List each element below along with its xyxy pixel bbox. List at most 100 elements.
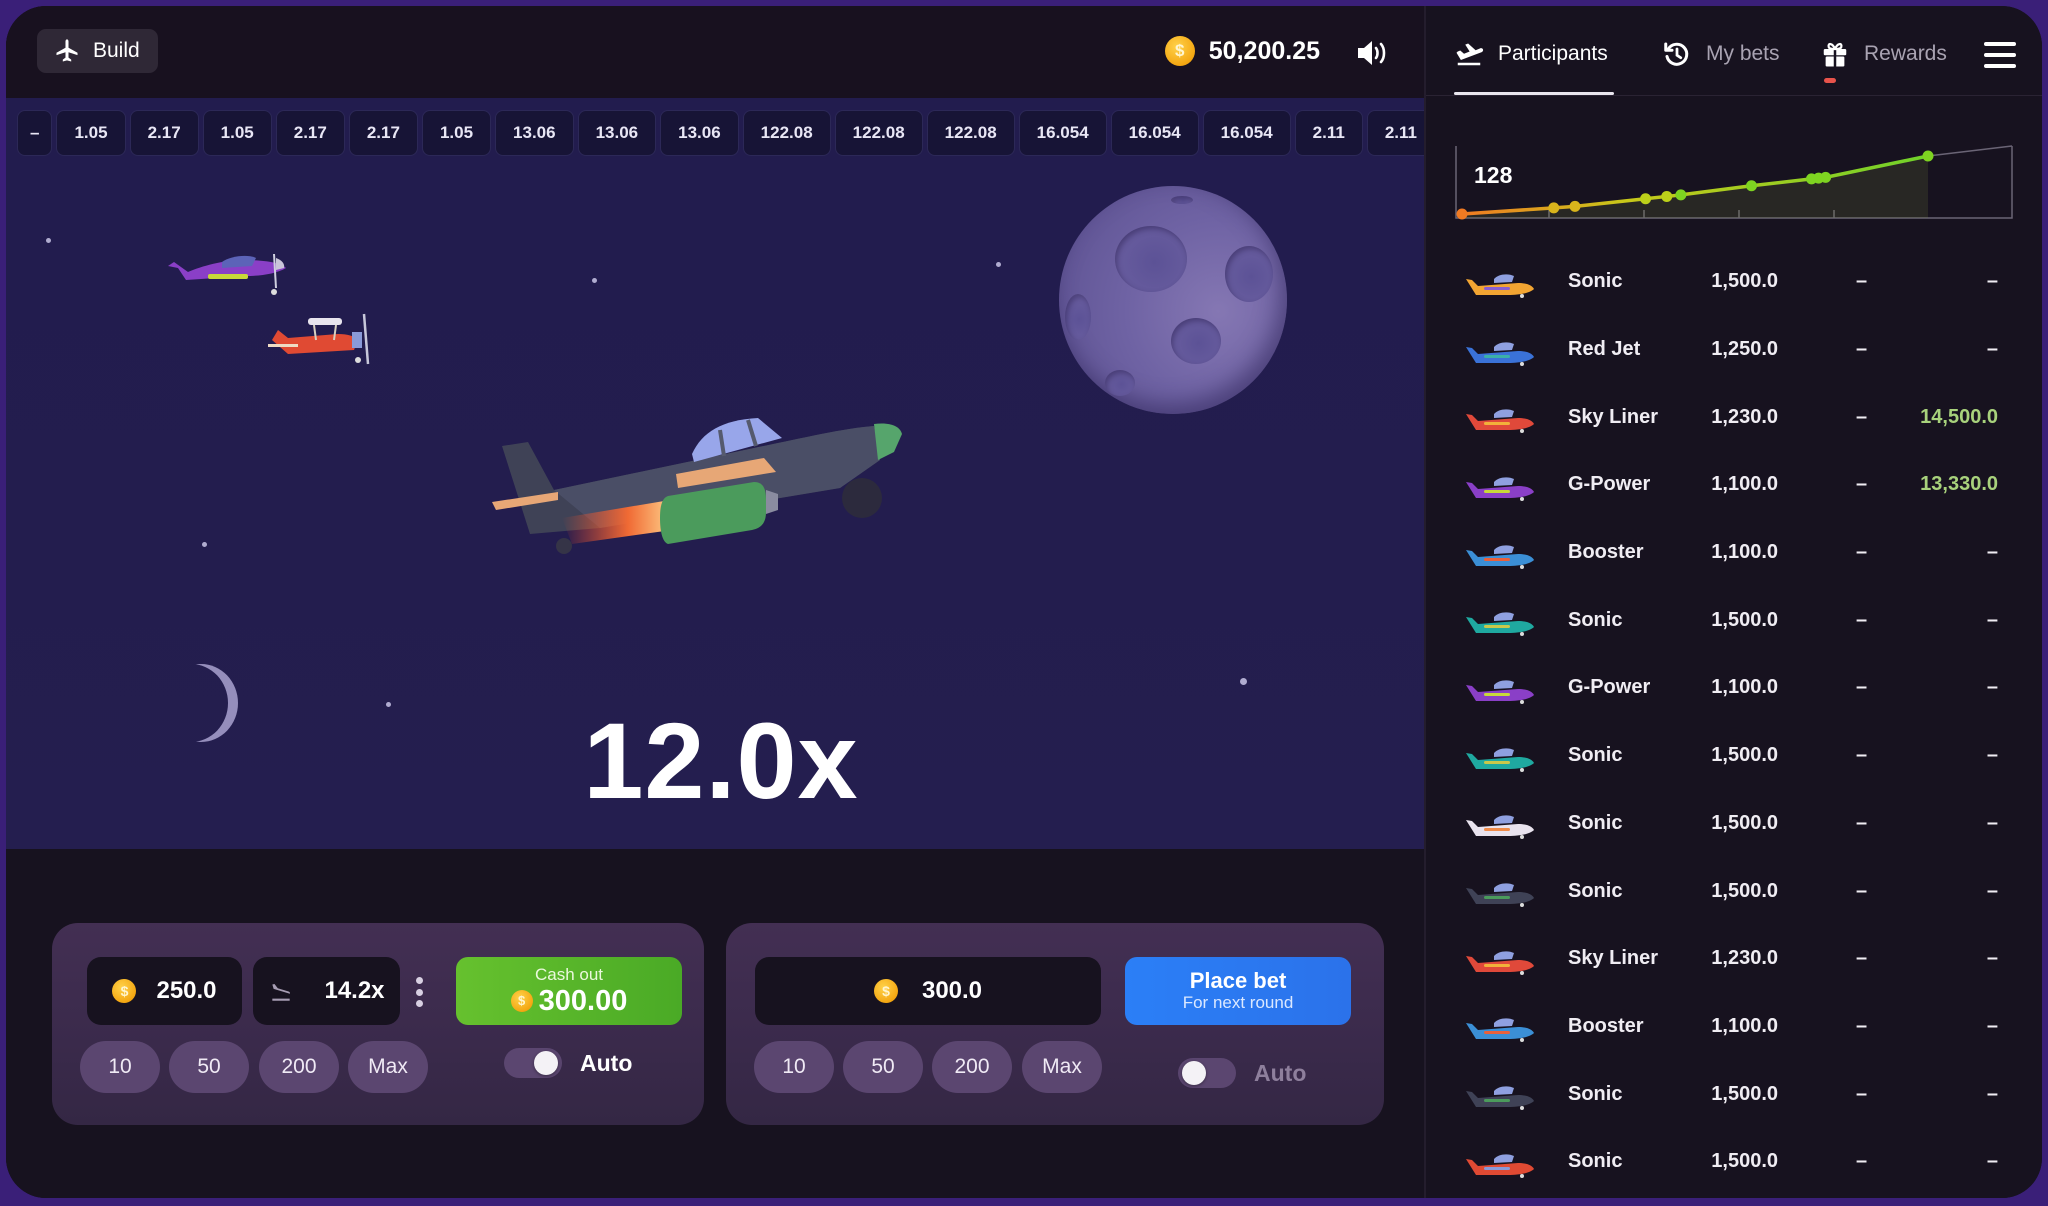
participant-win: – [1986,541,1998,564]
participant-win: – [1986,1082,1998,1105]
participants-count: 128 [1474,162,1513,188]
participant-row[interactable]: Sonic 1,500.0 – – [1426,790,2042,858]
place-bet-label: Place bet [1189,968,1287,993]
takeoff-icon [1456,43,1484,66]
multiplier-history-item[interactable]: – [17,110,53,156]
coin-icon: $ [873,979,898,1003]
multiplier-history-item[interactable]: 13.06 [495,110,574,156]
multiplier-history-item[interactable]: 2.11 [1366,110,1424,156]
participant-name: G-Power [1568,676,1651,699]
graph-point [1456,208,1468,220]
coin-icon: $ [510,990,533,1012]
plane-avatar-icon [1466,815,1534,840]
balance-amount: 50,200.25 [1208,36,1320,65]
participants-list: Sonic 1,500.0 – – Red Jet 1,250.0 – – Sky Liner 1… [1426,248,2042,1196]
hamburger-menu-icon[interactable] [1984,42,2016,68]
participant-name: Sky Liner [1568,405,1659,428]
participant-row[interactable]: Sky Liner 1,230.0 – 14,500.0 [1426,383,2042,451]
participant-row[interactable]: G-Power 1,100.0 – 13,330.0 [1426,451,2042,519]
place-bet-button[interactable]: Place bet For next round [1125,957,1351,1025]
participant-row[interactable]: Sky Liner 1,230.0 – – [1426,925,2042,993]
sidebar: Participants My bets Rewards 128 Sonic 1… [1424,6,2042,1198]
chip-max[interactable]: Max [1022,1041,1102,1093]
plane-avatar-icon [1466,341,1534,366]
participant-name: Sonic [1568,811,1623,834]
participant-row[interactable]: Sonic 1,500.0 – – [1426,586,2042,654]
participant-bet: 1,230.0 [1711,947,1778,970]
participant-multiplier: – [1856,473,1868,496]
participant-bet: 1,500.0 [1711,608,1778,631]
participant-row[interactable]: Booster 1,100.0 – – [1426,519,2042,587]
chip-max[interactable]: Max [348,1041,428,1093]
moon-crater [1171,196,1193,204]
multiplier-history-item[interactable]: 13.06 [577,110,657,156]
participant-multiplier: – [1856,541,1868,564]
chip-200[interactable]: 200 [259,1041,339,1093]
speaker-icon[interactable] [1356,38,1390,68]
multiplier-history-item[interactable]: 2.17 [129,110,199,156]
moon-crater [1065,294,1091,340]
bet-amount-field-2[interactable]: $ 300.0 [755,957,1101,1025]
tab-participants[interactable]: Participants [1454,36,1608,72]
participant-win: 13,330.0 [1920,473,1998,496]
multiplier-history-item[interactable]: 16.054 [1110,110,1199,156]
plane-avatar-icon [1466,1018,1534,1043]
multiplier-history-item[interactable]: 16.054 [1018,110,1107,156]
participant-row[interactable]: Sonic 1,500.0 – – [1426,857,2042,925]
multiplier-history-item[interactable]: 2.17 [275,110,345,156]
auto-cashout-field[interactable]: 14.2x [253,957,400,1025]
bet-amount-field-1[interactable]: $ 250.0 [87,957,242,1025]
chip-10[interactable]: 10 [754,1041,834,1093]
graph-point [1640,193,1652,205]
participants-graph [1455,145,2013,220]
landing-plane-icon [272,983,291,1001]
multiplier-history-item[interactable]: 1.05 [421,110,492,156]
multiplier-history-item[interactable]: 2.17 [348,110,418,156]
bet-amount-value: 300.0 [921,977,983,1004]
participant-name: Sonic [1568,744,1623,767]
graph-point [1745,180,1757,192]
tab-my-bets[interactable]: My bets [1662,36,1780,72]
multiplier-history-item[interactable]: 2.11 [1294,110,1363,156]
tab-rewards[interactable]: Rewards [1820,36,1947,72]
chip-50[interactable]: 50 [169,1041,249,1093]
top-bar: Build $ 50,200.25 [6,6,1424,98]
chip-10[interactable]: 10 [80,1041,160,1093]
plane-avatar-icon [1466,544,1534,569]
participant-win: – [1986,270,1998,293]
participant-bet: 1,230.0 [1711,405,1778,428]
participant-row[interactable]: Sonic 1,500.0 – – [1426,722,2042,790]
participant-win: – [1986,1014,1998,1037]
gift-icon [1823,42,1847,67]
chip-50[interactable]: 50 [843,1041,923,1093]
multiplier-history-item[interactable]: 122.08 [926,110,1015,156]
participant-bet: 1,100.0 [1711,676,1778,699]
toggle-knob [1182,1061,1206,1085]
participant-bet: 1,500.0 [1711,270,1778,293]
participant-win: – [1986,744,1998,767]
participant-row[interactable]: Sonic 1,500.0 – – [1426,248,2042,316]
star [592,278,597,283]
multiplier-history-item[interactable]: 13.06 [660,110,739,156]
more-options-icon[interactable] [414,977,424,1007]
purple-plane-sprite [168,253,286,295]
chip-200[interactable]: 200 [932,1041,1012,1093]
participant-row[interactable]: Sonic 1,500.0 – – [1426,1128,2042,1196]
participant-row[interactable]: Booster 1,100.0 – – [1426,993,2042,1061]
participant-row[interactable]: Red Jet 1,250.0 – – [1426,316,2042,384]
auto-toggle-1[interactable] [504,1048,562,1078]
participant-row[interactable]: Sonic 1,500.0 – – [1426,1060,2042,1128]
plane-avatar-icon [1466,680,1534,704]
multiplier-history-item[interactable]: 1.05 [56,110,126,156]
multiplier-history-item[interactable]: 1.05 [202,110,272,156]
participant-bet: 1,500.0 [1711,1082,1778,1105]
multiplier-history-item[interactable]: 122.08 [742,110,831,156]
graph-point [1569,200,1581,212]
build-button[interactable]: Build [37,29,158,73]
auto-toggle-2[interactable] [1178,1058,1236,1088]
multiplier-history-item[interactable]: 122.08 [834,110,923,156]
multiplier-history-item[interactable]: 16.054 [1202,110,1291,156]
cash-out-button[interactable]: Cash out $ 300.00 [456,957,682,1025]
participant-win: – [1986,338,1998,361]
participant-row[interactable]: G-Power 1,100.0 – – [1426,654,2042,722]
